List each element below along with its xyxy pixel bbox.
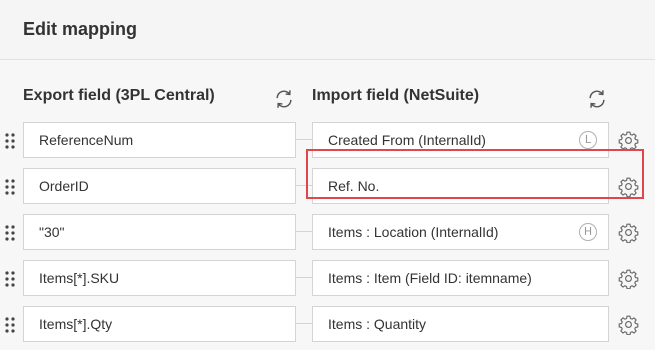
gear-icon[interactable] <box>618 314 639 336</box>
import-field-label: Ref. No. <box>328 178 380 194</box>
export-field-input[interactable]: "30" <box>23 214 296 250</box>
import-field-input[interactable]: Items : Location (InternalId) H <box>312 214 609 250</box>
drag-handle-icon[interactable] <box>4 224 16 242</box>
gear-icon[interactable] <box>618 176 639 198</box>
mapping-row: ReferenceNum Created From (InternalId) L <box>0 122 655 160</box>
gear-icon[interactable] <box>618 222 639 244</box>
import-field-label: Items : Location (InternalId) <box>328 224 499 240</box>
gear-icon[interactable] <box>618 268 639 290</box>
import-field-label: Items : Quantity <box>328 316 427 332</box>
export-field-input[interactable]: Items[*].Qty <box>23 306 296 342</box>
export-field-input[interactable]: Items[*].SKU <box>23 260 296 296</box>
import-field-input[interactable]: Items : Item (Field ID: itemname) <box>312 260 609 296</box>
export-field-input[interactable]: OrderID <box>23 168 296 204</box>
drag-handle-icon[interactable] <box>4 178 16 196</box>
page-title: Edit mapping <box>23 19 137 39</box>
gear-icon[interactable] <box>618 130 639 152</box>
field-connector <box>296 139 312 140</box>
field-connector <box>296 277 312 278</box>
import-field-input[interactable]: Items : Quantity <box>312 306 609 342</box>
drag-handle-icon[interactable] <box>4 132 16 150</box>
refresh-icon[interactable] <box>273 88 295 110</box>
mapping-row: Items[*].SKU Items : Item (Field ID: item… <box>0 260 655 298</box>
import-field-label: Items : Item (Field ID: itemname) <box>328 270 532 286</box>
mapping-row: OrderID Ref. No. <box>0 168 655 206</box>
import-field-input[interactable]: Created From (InternalId) L <box>312 122 609 158</box>
import-column-header: Import field (NetSuite) <box>312 87 480 104</box>
field-connector <box>296 185 312 186</box>
field-connector <box>296 231 312 232</box>
field-type-badge: H <box>579 223 597 241</box>
export-field-input[interactable]: ReferenceNum <box>23 122 296 158</box>
drag-handle-icon[interactable] <box>4 316 16 334</box>
import-field-input[interactable]: Ref. No. <box>312 168 609 204</box>
mapping-row: "30" Items : Location (InternalId) H <box>0 214 655 252</box>
modal-header: Edit mapping <box>0 0 655 60</box>
field-type-badge: L <box>579 131 597 149</box>
field-connector <box>296 323 312 324</box>
drag-handle-icon[interactable] <box>4 270 16 288</box>
export-column-header: Export field (3PL Central) <box>23 87 215 104</box>
import-field-label: Created From (InternalId) <box>328 132 486 148</box>
refresh-icon[interactable] <box>586 88 608 110</box>
mapping-row: Items[*].Qty Items : Quantity <box>0 306 655 344</box>
